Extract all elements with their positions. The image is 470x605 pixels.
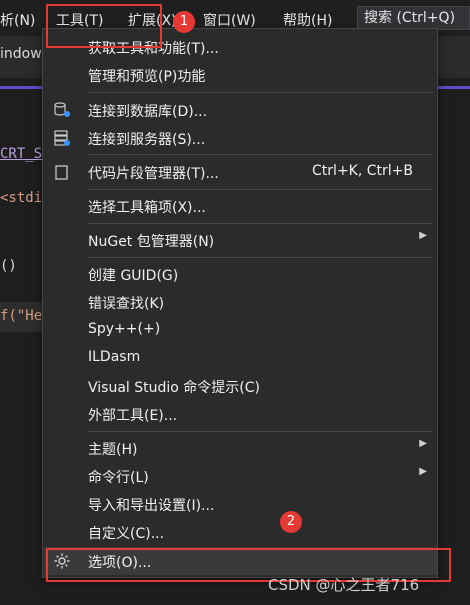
menu-item-label: Visual Studio 命令提示(C) [88, 380, 260, 396]
menu-item-nuget[interactable]: NuGet 包管理器(N) ▶ [44, 226, 437, 254]
menu-item-external-tools[interactable]: 外部工具(E)... [44, 400, 437, 428]
menu-item-label: 代码片段管理器(T)... [88, 166, 219, 182]
menu-item-label: 选择工具箱项(X)... [88, 200, 206, 216]
menu-window[interactable]: 窗口(W) [203, 10, 256, 30]
menu-separator [87, 223, 433, 224]
submenu-arrow-icon: ▶ [419, 230, 427, 241]
menu-help[interactable]: 帮助(H) [283, 10, 332, 30]
annotation-badge-1: 1 [173, 11, 195, 33]
screenshot-root: indows CRT_S <stdi () f("He 析(N) 工具(T) 扩… [0, 0, 470, 605]
submenu-arrow-icon: ▶ [419, 466, 427, 477]
menu-analyze[interactable]: 析(N) [0, 10, 35, 30]
code-line-3: () [0, 258, 17, 274]
menu-item-choose-toolbox[interactable]: 选择工具箱项(X)... [44, 192, 437, 220]
menu-item-label: 创建 GUID(G) [88, 268, 179, 284]
menu-item-label: 连接到数据库(D)... [88, 104, 208, 120]
code-line-4: f("He [0, 308, 43, 324]
menu-item-label: 连接到服务器(S)... [88, 132, 206, 148]
database-connect-icon [53, 101, 71, 119]
menu-item-import-export[interactable]: 导入和导出设置(I)... [44, 490, 437, 518]
watermark: CSDN @心之王者716 [268, 576, 420, 594]
search-box[interactable]: 搜索 (Ctrl+Q) [357, 6, 470, 30]
menu-item-snippet-manager[interactable]: 代码片段管理器(T)... Ctrl+K, Ctrl+B [44, 158, 437, 186]
menu-item-ildasm[interactable]: ILDasm [44, 344, 437, 372]
menu-separator [87, 431, 433, 432]
tools-dropdown-menu: 获取工具和功能(T)... 管理和预览(P)功能 连接到数据库(D)... 连接… [42, 28, 438, 578]
menu-item-manage-preview[interactable]: 管理和预览(P)功能 [44, 61, 437, 89]
menu-item-command-line[interactable]: 命令行(L) ▶ [44, 462, 437, 490]
annotation-badge-2: 2 [280, 511, 302, 533]
menu-item-customize[interactable]: 自定义(C)... [44, 518, 437, 546]
menu-item-connect-database[interactable]: 连接到数据库(D)... [44, 96, 437, 124]
server-connect-icon [53, 129, 71, 147]
code-line-1: CRT_S [0, 146, 43, 162]
menu-item-label: 导入和导出设置(I)... [88, 498, 215, 514]
menu-separator [87, 154, 433, 155]
menu-item-label: NuGet 包管理器(N) [88, 234, 215, 250]
code-line-2: <stdi [0, 190, 43, 206]
menu-separator [87, 189, 433, 190]
menu-item-label: 命令行(L) [88, 470, 149, 486]
menu-item-label: 错误查找(K) [88, 296, 165, 312]
menu-item-label: Spy++(+) [88, 321, 161, 337]
menu-item-connect-server[interactable]: 连接到服务器(S)... [44, 124, 437, 152]
menu-item-create-guid[interactable]: 创建 GUID(G) [44, 260, 437, 288]
menu-item-label: ILDasm [88, 349, 141, 365]
menu-item-spy[interactable]: Spy++(+) [44, 316, 437, 344]
menu-item-label: 管理和预览(P)功能 [88, 69, 206, 85]
submenu-arrow-icon: ▶ [419, 438, 427, 449]
menu-item-error-lookup[interactable]: 错误查找(K) [44, 288, 437, 316]
menu-item-shortcut: Ctrl+K, Ctrl+B [312, 163, 413, 179]
menu-item-vs-command-prompt[interactable]: Visual Studio 命令提示(C) [44, 372, 437, 400]
menu-item-label: 主题(H) [88, 442, 138, 458]
annotation-box-tools [46, 4, 162, 48]
menu-item-label: 外部工具(E)... [88, 408, 178, 424]
menu-item-theme[interactable]: 主题(H) ▶ [44, 434, 437, 462]
snippet-icon [53, 163, 71, 181]
menu-item-label: 自定义(C)... [88, 526, 165, 542]
menu-separator [87, 92, 433, 93]
menu-separator [87, 257, 433, 258]
